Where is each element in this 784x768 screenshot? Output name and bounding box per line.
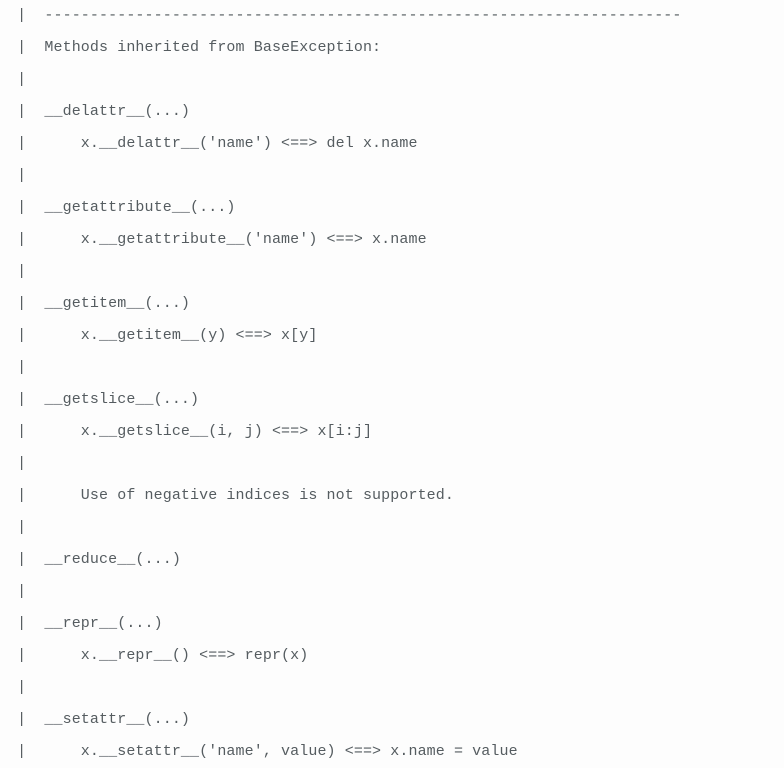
section-header: | Methods inherited from BaseException: xyxy=(0,32,784,64)
divider-line: | --------------------------------------… xyxy=(0,0,784,32)
blank-line: | xyxy=(0,448,784,480)
method-description: | x.__repr__() <==> repr(x) xyxy=(0,640,784,672)
blank-line: | xyxy=(0,512,784,544)
method-description: | x.__setattr__('name', value) <==> x.na… xyxy=(0,736,784,768)
method-description: | x.__getslice__(i, j) <==> x[i:j] xyxy=(0,416,784,448)
method-description: | x.__getattribute__('name') <==> x.name xyxy=(0,224,784,256)
method-signature: | __getitem__(...) xyxy=(0,288,784,320)
blank-line: | xyxy=(0,64,784,96)
method-signature: | __delattr__(...) xyxy=(0,96,784,128)
method-signature: | __setattr__(...) xyxy=(0,704,784,736)
blank-line: | xyxy=(0,160,784,192)
method-signature: | __getattribute__(...) xyxy=(0,192,784,224)
blank-line: | xyxy=(0,576,784,608)
blank-line: | xyxy=(0,256,784,288)
method-description: | x.__delattr__('name') <==> del x.name xyxy=(0,128,784,160)
method-note: | Use of negative indices is not support… xyxy=(0,480,784,512)
method-signature: | __reduce__(...) xyxy=(0,544,784,576)
method-description: | x.__getitem__(y) <==> x[y] xyxy=(0,320,784,352)
blank-line: | xyxy=(0,352,784,384)
help-text-block: | --------------------------------------… xyxy=(0,0,784,768)
method-signature: | __getslice__(...) xyxy=(0,384,784,416)
method-signature: | __repr__(...) xyxy=(0,608,784,640)
blank-line: | xyxy=(0,672,784,704)
